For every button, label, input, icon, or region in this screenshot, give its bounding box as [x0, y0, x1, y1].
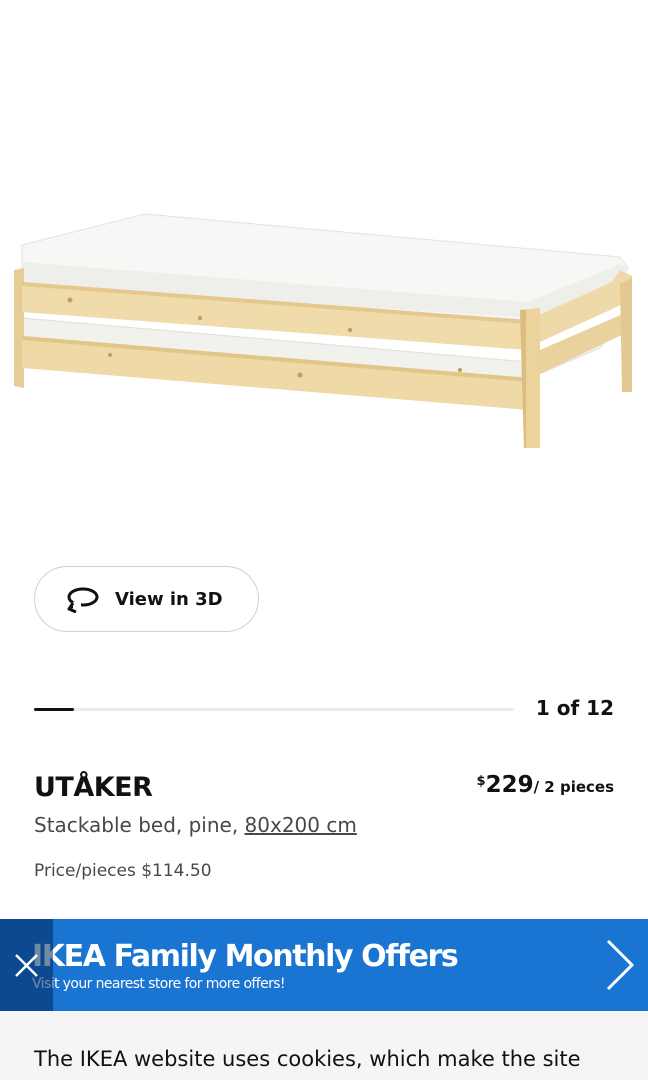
stackable-bed-illustration — [14, 213, 632, 448]
banner-next-button[interactable] — [598, 937, 638, 993]
close-icon — [15, 954, 38, 977]
banner-close-button[interactable] — [0, 919, 53, 1011]
gallery-progress-fill — [34, 708, 74, 711]
price-amount: 229 — [485, 772, 534, 798]
cookie-notice: The IKEA website uses cookies, which mak… — [0, 1011, 648, 1080]
view-in-3d-button[interactable]: View in 3D — [34, 566, 259, 632]
gallery-progress-bar — [34, 708, 514, 711]
price-unit: / 2 pieces — [533, 778, 614, 796]
family-offers-banner[interactable]: IKEA Family Monthly Offers Visit your ne… — [0, 919, 648, 1011]
banner-title: IKEA Family Monthly Offers — [32, 939, 459, 974]
rotate-3d-icon — [65, 585, 101, 614]
banner-subtitle: Visit your nearest store for more offers… — [32, 976, 286, 992]
product-price: $229/ 2 pieces — [477, 772, 614, 798]
view-in-3d-label: View in 3D — [115, 588, 223, 610]
chevron-right-icon — [606, 939, 635, 991]
product-image[interactable] — [0, 0, 648, 548]
price-per-piece: Price/pieces $114.50 — [34, 861, 212, 881]
price-currency: $ — [476, 774, 486, 789]
product-size-link[interactable]: 80x200 cm — [245, 813, 357, 837]
product-description-text: Stackable bed, pine, — [34, 813, 245, 837]
cookie-notice-text: The IKEA website uses cookies, which mak… — [34, 1047, 581, 1071]
gallery-counter: 1 of 12 — [535, 696, 614, 720]
product-description: Stackable bed, pine, 80x200 cm — [34, 813, 357, 837]
product-name: UTÅKER — [34, 772, 153, 803]
